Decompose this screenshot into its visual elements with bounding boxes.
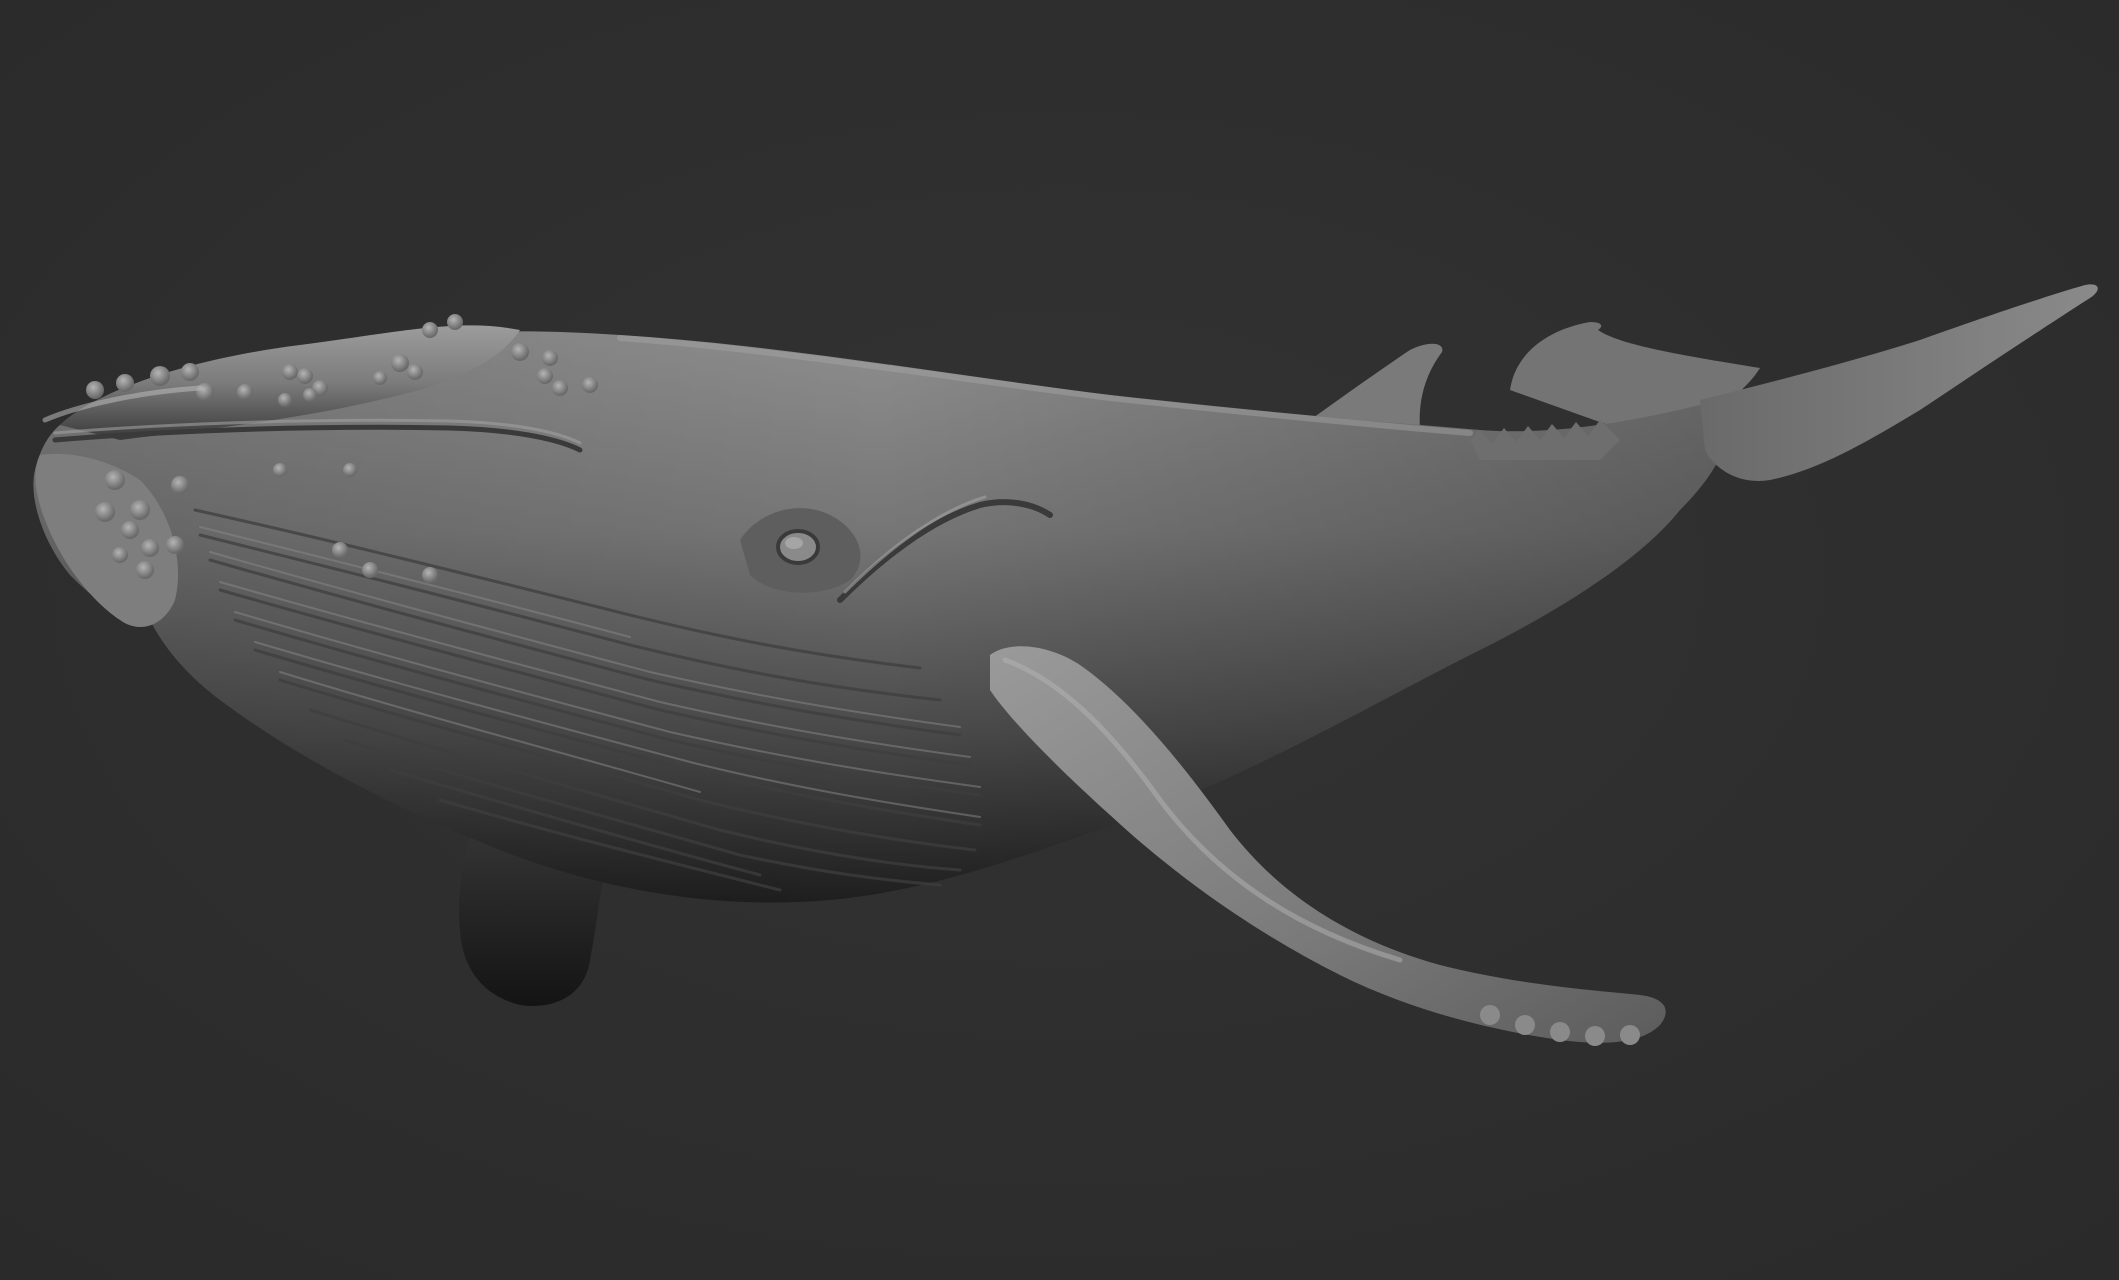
viewport-canvas <box>0 0 2119 1280</box>
whale-render <box>0 0 2119 1280</box>
eye-highlight <box>785 537 803 549</box>
